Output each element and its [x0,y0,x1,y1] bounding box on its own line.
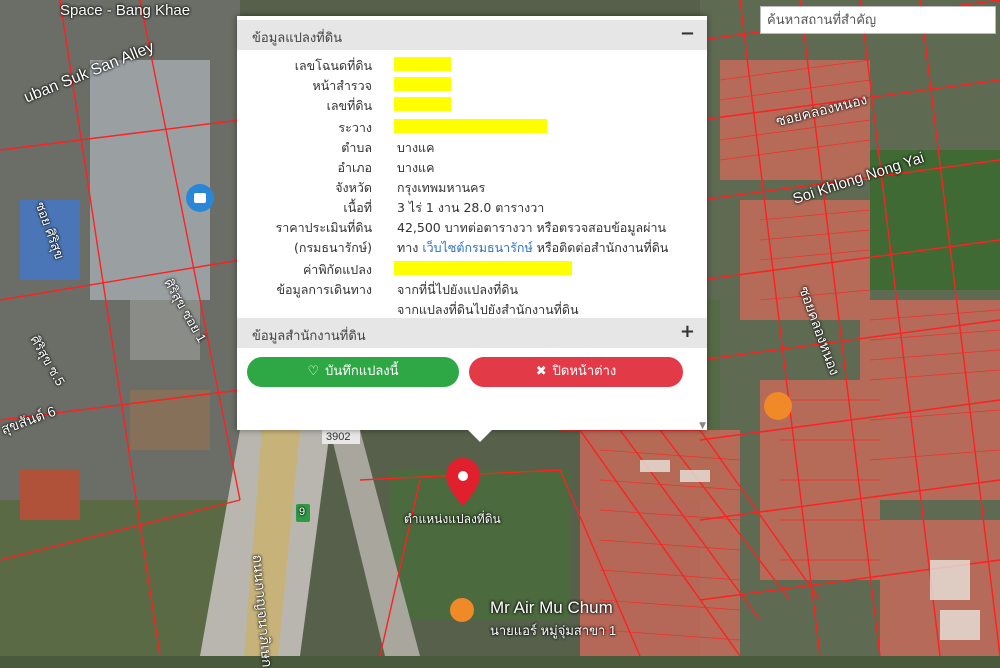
save-parcel-button[interactable]: ♡ บันทึกแปลงนี้ [247,357,459,387]
deed-no-label: เลขโฉนดที่ดิน [294,58,372,73]
restaurant-poi-icon[interactable] [764,392,792,420]
deed-no-redacted [394,57,451,71]
map-label-poi-name[interactable]: Mr Air Mu Chum [490,598,613,618]
collapse-icon[interactable]: − [680,23,695,44]
tambon-label: ตำบล [341,140,372,155]
parcel-info-panel: ข้อมูลแปลงที่ดิน − เลขโฉนดที่ดิน หน้าสำร… [237,16,707,430]
province-label: จังหวัด [335,180,372,195]
price-label: ราคาประเมินที่ดิน [275,220,372,235]
price-source-label: (กรมธนารักษ์) [294,240,372,255]
close-window-label: ปิดหน้าต่าง [552,364,617,379]
coords-redacted [394,261,572,275]
travel-label: ข้อมูลการเดินทาง [276,282,372,297]
area-row: เนื้อที่ 3 ไร่ 1 งาน 28.0 ตารางวา [237,196,707,216]
amphoe-value: บางแค [397,160,435,175]
coords-label: ค่าพิกัดแปลง [302,262,372,277]
parcel-marker-label: ตำแหน่งแปลงที่ดิน [404,512,501,526]
map-sheet-redacted [394,119,547,133]
parcel-no-row: เลขที่ดิน [237,94,707,114]
parcel-no-label: เลขที่ดิน [326,98,372,113]
close-icon: ✖ [535,364,547,379]
price-row-2: (กรมธนารักษ์) ทาง เว็บไซต์กรมธนารักษ์ หร… [237,236,707,256]
map-sheet-label: ระวาง [338,120,372,135]
treasury-website-link[interactable]: เว็บไซต์กรมธนารักษ์ [422,240,532,255]
close-window-button[interactable]: ✖ ปิดหน้าต่าง [469,357,683,387]
land-office-section-header[interactable]: ข้อมูลสำนักงานที่ดิน + [237,318,707,348]
landmark-search-input[interactable] [760,6,996,34]
tambon-value: บางแค [397,140,435,155]
amphoe-label: อำเภอ [337,160,372,175]
area-value: 3 ไร่ 1 งาน 28.0 ตารางวา [397,200,545,215]
price-value-2: ทาง เว็บไซต์กรมธนารักษ์ หรือติดต่อสำนักง… [397,238,668,258]
province-row: จังหวัด กรุงเทพมหานคร [237,176,707,196]
parcel-no-redacted [394,97,451,111]
amphoe-row: อำเภอ บางแค [237,156,707,176]
route-to-parcel-link[interactable]: จากที่นี่ไปยังแปลงที่ดิน [397,280,518,300]
heart-icon: ♡ [307,364,320,379]
deed-no-row: เลขโฉนดที่ดิน [237,54,707,74]
tambon-row: ตำบล บางแค [237,136,707,156]
save-parcel-label: บันทึกแปลงนี้ [325,364,399,379]
land-office-section-title: ข้อมูลสำนักงานที่ดิน [252,329,366,344]
area-label: เนื้อที่ [343,200,372,215]
price-row: ราคาประเมินที่ดิน 42,500 บาทต่อตารางวา ห… [237,216,707,236]
survey-page-row: หน้าสำรวจ [237,74,707,94]
price-value: 42,500 บาทต่อตารางวา หรือตรวจสอบข้อมูลผ่… [397,220,667,235]
price-post-text: หรือติดต่อสำนักงานที่ดิน [536,240,669,255]
travel-row-2: จากแปลงที่ดินไปยังสำนักงานที่ดิน [237,298,707,318]
map-label-route-sign: 9 [299,506,306,518]
travel-row: ข้อมูลการเดินทาง จากที่นี่ไปยังแปลงที่ดิ… [237,278,707,298]
map-sheet-row: ระวาง [237,116,707,136]
map-label-poi-name-th: นายแอร์ หมู่จุ่มสาขา 1 [490,623,617,638]
survey-page-label: หน้าสำรวจ [312,78,372,93]
food-poi-icon[interactable] [450,598,474,622]
map-label-space: Space - Bang Khae [60,2,191,19]
price-pre-text: ทาง [397,240,419,255]
parcel-info-section-header[interactable]: ข้อมูลแปลงที่ดิน − [237,20,707,50]
expand-icon[interactable]: + [680,321,695,342]
panel-pointer-tail [466,428,494,442]
map-label-route: 3902 [326,431,351,443]
survey-page-redacted [394,77,451,91]
parcel-info-section-title: ข้อมูลแปลงที่ดิน [252,31,343,46]
scroll-down-arrow-icon[interactable]: ▼ [699,421,706,430]
route-to-office-link[interactable]: จากแปลงที่ดินไปยังสำนักงานที่ดิน [397,300,579,320]
province-value: กรุงเทพมหานคร [397,180,486,195]
coords-row: ค่าพิกัดแปลง [237,258,707,278]
